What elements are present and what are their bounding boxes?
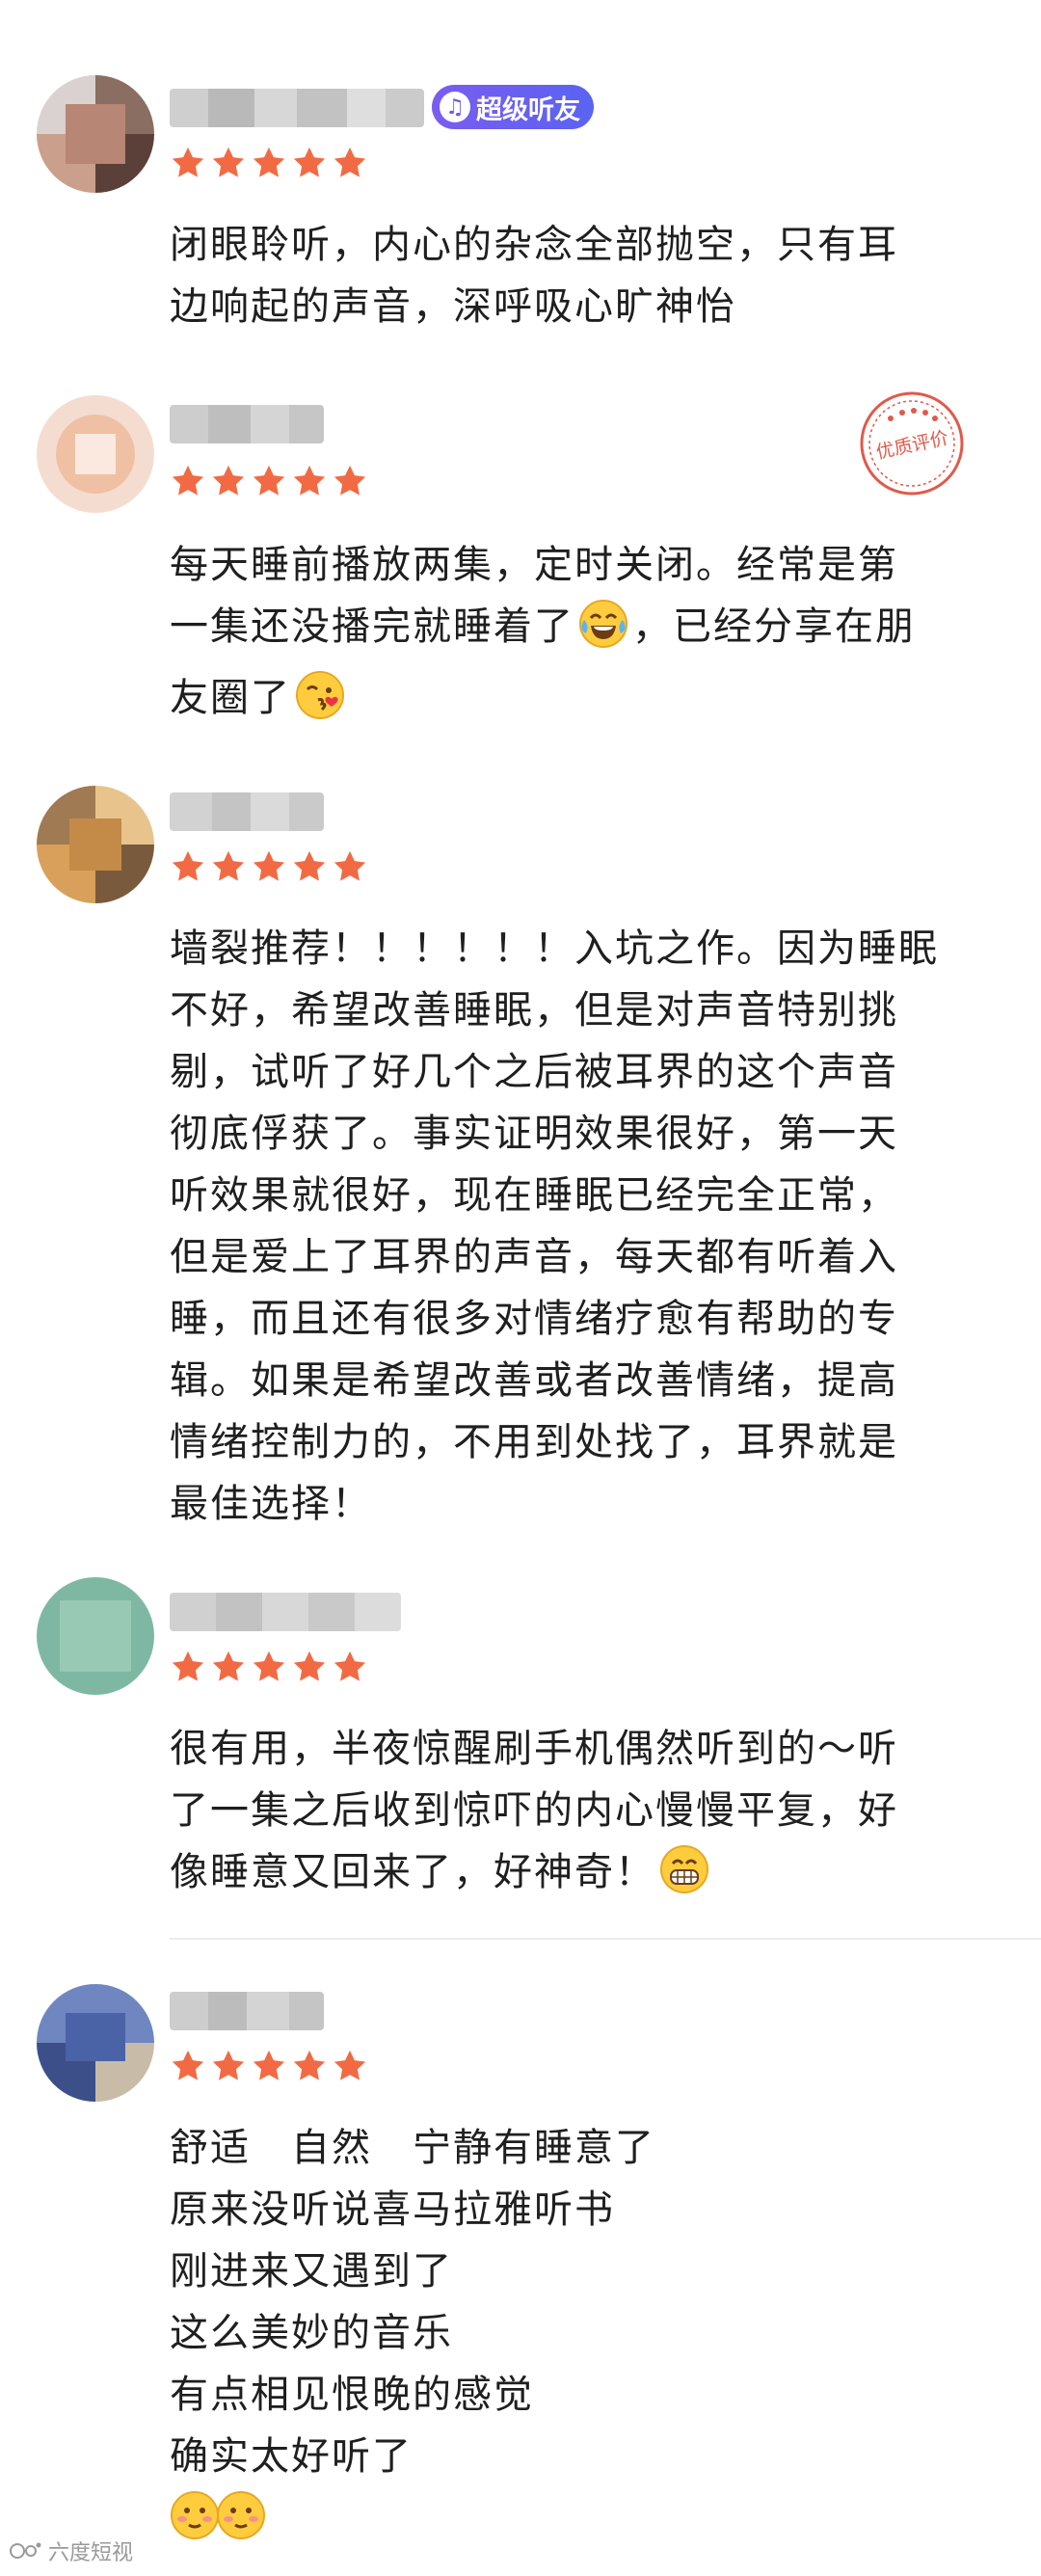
- review-line: 墙裂推荐！！！！！！入坑之作。因为睡眠: [170, 926, 939, 971]
- review-emoji-line: [170, 2487, 999, 2559]
- username-blurred[interactable]: [170, 792, 324, 831]
- review-line: 每天睡前播放两集，定时关闭。经常是第: [170, 543, 898, 587]
- review-line: 彻底俘获了。事实证明效果很好，第一天: [170, 1112, 898, 1156]
- review-line: 这么美妙的音乐: [170, 2311, 453, 2355]
- star-rating: [170, 848, 368, 889]
- star-icon: [170, 145, 206, 181]
- avatar[interactable]: [37, 1577, 154, 1695]
- review-line: 边响起的声音，深呼吸心旷神怡: [170, 284, 736, 329]
- star-icon: [210, 145, 247, 181]
- star-icon: [251, 463, 287, 499]
- review-line: 睡，而且还有很多对情绪疗愈有帮助的专: [170, 1297, 898, 1341]
- kissing-emoji: [295, 670, 345, 738]
- quality-stamp-icon: 优质评价: [860, 391, 964, 496]
- laughing-tears-emoji: [578, 599, 628, 667]
- avatar[interactable]: [37, 75, 154, 193]
- watermark-logo-icon: [10, 2542, 41, 2559]
- username-blurred[interactable]: [170, 405, 324, 443]
- review-line: 原来没听说喜马拉雅听书: [170, 2187, 615, 2232]
- username-blurred[interactable]: [170, 1992, 324, 2030]
- review-line: 听效果就很好，现在睡眠已经完全正常，: [170, 1173, 898, 1218]
- review-line: 像睡意又回来了，好神奇！: [170, 1841, 999, 1913]
- review-line: 确实太好听了: [170, 2434, 413, 2479]
- review-line-segment: 一集还没播完就睡着了: [170, 604, 574, 649]
- star-icon: [170, 1649, 206, 1685]
- review-line: 不好，希望改善睡眠，但是对声音特别挑: [170, 988, 898, 1033]
- star-icon: [251, 2048, 287, 2084]
- star-icon: [210, 1649, 247, 1685]
- blushing-emoji: [216, 2490, 266, 2559]
- star-icon: [210, 2048, 247, 2084]
- review-line: 了一集之后收到惊吓的内心慢慢平复，好: [170, 1788, 898, 1833]
- review-line: 但是爱上了耳界的声音，每天都有听着入: [170, 1235, 898, 1279]
- username-blurred[interactable]: [170, 89, 424, 127]
- vip-badge-label: 超级听友: [476, 94, 580, 125]
- review-text: 每天睡前播放两集，定时关闭。经常是第 一集还没播完就睡着了 ，已经分享在朋 友圈…: [170, 534, 999, 738]
- review-line: 闭眼聆听，内心的杂念全部抛空，只有耳: [170, 223, 898, 267]
- watermark: 六度短视: [10, 2536, 133, 2566]
- star-icon: [332, 848, 368, 885]
- review-line: 一集还没播完就睡着了 ，已经分享在朋: [170, 596, 999, 667]
- star-icon: [291, 2048, 328, 2084]
- star-rating: [170, 2048, 368, 2088]
- star-icon: [170, 848, 206, 885]
- review-line: 友圈了: [170, 667, 999, 738]
- review-line: 最佳选择！: [170, 1482, 372, 1526]
- star-icon: [291, 848, 328, 885]
- review-line: 剔，试听了好几个之后被耳界的这个声音: [170, 1050, 898, 1094]
- star-icon: [170, 2048, 206, 2084]
- avatar[interactable]: [37, 786, 154, 903]
- review-line: 情绪控制力的，不用到处找了，耳界就是: [170, 1420, 898, 1464]
- grinning-emoji: [659, 1844, 709, 1913]
- review-line-segment: 像睡意又回来了，好神奇！: [170, 1850, 655, 1894]
- quality-stamp-label: 优质评价: [874, 427, 950, 463]
- star-icon: [251, 848, 287, 885]
- star-icon: [251, 1649, 287, 1685]
- star-icon: [291, 145, 328, 181]
- star-icon: [332, 2048, 368, 2084]
- star-rating: [170, 145, 368, 185]
- review-line: 很有用，半夜惊醒刷手机偶然听到的～听: [170, 1727, 898, 1771]
- review-line-segment: 友圈了: [170, 676, 291, 720]
- star-icon: [332, 1649, 368, 1685]
- review-line: 有点相见恨晚的感觉: [170, 2373, 534, 2417]
- blushing-emoji: [170, 2490, 220, 2559]
- star-rating: [170, 1649, 368, 1689]
- star-icon: [210, 463, 247, 499]
- star-icon: [291, 1649, 328, 1685]
- star-rating: [170, 463, 368, 503]
- review-line: 舒适 自然 宁静有睡意了: [170, 2126, 655, 2170]
- star-icon: [332, 145, 368, 181]
- review-text: 闭眼聆听，内心的杂念全部抛空，只有耳 边响起的声音，深呼吸心旷神怡: [170, 214, 999, 337]
- review-text: 墙裂推荐！！！！！！入坑之作。因为睡眠 不好，希望改善睡眠，但是对声音特别挑 剔…: [170, 918, 999, 1535]
- star-icon: [332, 463, 368, 499]
- star-icon: [170, 463, 206, 499]
- star-icon: [251, 145, 287, 181]
- review-line-segment: ，已经分享在朋: [632, 604, 916, 649]
- vip-badge: ♫ 超级听友: [432, 85, 594, 129]
- divider: [170, 1938, 1041, 1940]
- watermark-label: 六度短视: [48, 2541, 134, 2565]
- review-text: 舒适 自然 宁静有睡意了 原来没听说喜马拉雅听书 刚进来又遇到了 这么美妙的音乐…: [170, 2117, 999, 2559]
- review-line: 刚进来又遇到了: [170, 2249, 453, 2294]
- star-icon: [291, 463, 328, 499]
- review-text: 很有用，半夜惊醒刷手机偶然听到的～听 了一集之后收到惊吓的内心慢慢平复，好 像睡…: [170, 1718, 999, 1913]
- avatar[interactable]: [37, 1984, 154, 2102]
- ear-icon: ♫: [440, 92, 470, 122]
- review-line: 辑。如果是希望改善或者改善情绪，提高: [170, 1358, 898, 1403]
- star-icon: [210, 848, 247, 885]
- avatar[interactable]: [37, 395, 154, 513]
- username-blurred[interactable]: [170, 1593, 401, 1631]
